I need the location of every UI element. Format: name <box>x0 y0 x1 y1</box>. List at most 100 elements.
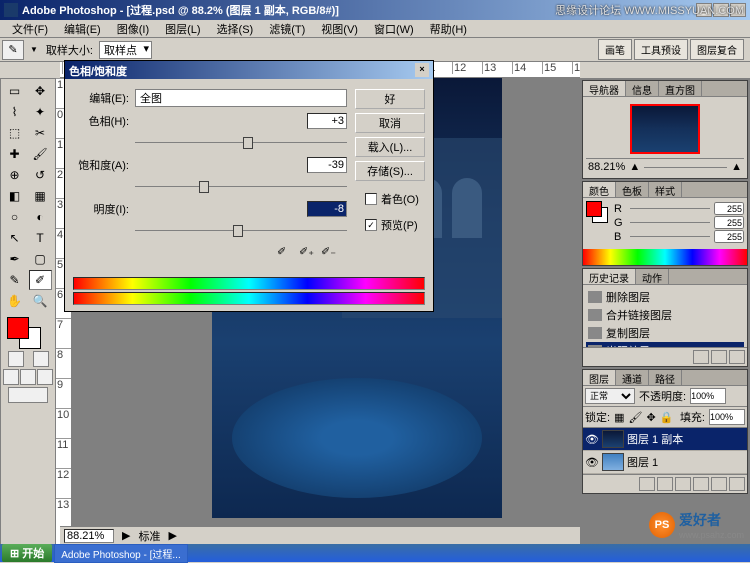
history-new-button[interactable] <box>711 350 727 364</box>
blur-tool[interactable]: ○ <box>3 207 26 227</box>
dodge-tool[interactable]: ◐ <box>29 207 52 227</box>
menu-view[interactable]: 视图(V) <box>313 19 366 39</box>
layer-visibility-icon[interactable]: 👁 <box>585 432 599 446</box>
zoom-tool[interactable]: 🔍 <box>29 291 52 311</box>
dialog-spectrum[interactable] <box>73 277 425 305</box>
heal-tool[interactable]: ✚ <box>3 144 26 164</box>
dock-tab-comps[interactable]: 图层复合 <box>690 39 744 60</box>
history-item[interactable]: 删除图层 <box>586 288 744 306</box>
layer-thumbnail[interactable] <box>602 430 624 448</box>
screen-mode-3[interactable] <box>37 369 53 385</box>
channel-g-slider[interactable] <box>630 218 710 228</box>
history-delete-button[interactable] <box>729 350 745 364</box>
layer-style-button[interactable] <box>639 477 655 491</box>
tab-history[interactable]: 历史记录 <box>583 269 636 284</box>
eraser-tool[interactable]: ◧ <box>3 186 26 206</box>
navigator-thumbnail[interactable] <box>630 104 700 154</box>
standard-mode[interactable] <box>8 351 24 367</box>
color-swatches[interactable] <box>3 315 53 349</box>
pen-tool[interactable]: ✒ <box>3 249 26 269</box>
zoom-in-icon[interactable]: ▲ <box>731 161 742 173</box>
channel-b-input[interactable] <box>714 230 744 243</box>
saturation-input[interactable] <box>307 157 347 173</box>
lock-all-icon[interactable]: 🔒 <box>660 411 674 424</box>
layer-mask-button[interactable] <box>657 477 673 491</box>
foreground-color[interactable] <box>7 317 29 339</box>
eyedropper-icon[interactable]: ✐ <box>277 245 295 261</box>
stamp-tool[interactable]: ⊕ <box>3 165 26 185</box>
load-button[interactable]: 载入(L)... <box>355 137 425 157</box>
layer-item[interactable]: 👁 图层 1 副本 <box>583 428 747 451</box>
crop-tool[interactable]: ⬚ <box>3 123 26 143</box>
opacity-input[interactable] <box>690 388 726 404</box>
path-tool[interactable]: ↖ <box>3 228 26 248</box>
tab-color[interactable]: 颜色 <box>583 182 616 197</box>
channel-r-slider[interactable] <box>630 204 710 214</box>
menu-file[interactable]: 文件(F) <box>4 19 56 39</box>
tool-preset-dropdown[interactable]: ▼ <box>30 45 38 54</box>
save-button[interactable]: 存储(S)... <box>355 161 425 181</box>
screen-mode-2[interactable] <box>20 369 36 385</box>
menu-window[interactable]: 窗口(W) <box>366 19 422 39</box>
eyedropper-sub-icon[interactable]: ✐₋ <box>321 245 339 261</box>
hand-tool[interactable]: ✋ <box>3 291 26 311</box>
imageready-button[interactable] <box>8 387 48 403</box>
lightness-slider[interactable] <box>135 223 347 239</box>
tab-layers[interactable]: 图层 <box>583 370 616 385</box>
slice-tool[interactable]: ✂ <box>29 123 52 143</box>
eyedropper-tool-icon[interactable]: ✎ <box>2 40 24 60</box>
start-button[interactable]: ⊞开始 <box>2 544 52 562</box>
eyedropper-tool[interactable]: ✐ <box>29 270 52 290</box>
brush-tool[interactable]: 🖌 <box>29 144 52 164</box>
shape-tool[interactable]: ▢ <box>29 249 52 269</box>
channel-b-slider[interactable] <box>630 232 710 242</box>
taskbar-app-button[interactable]: Adobe Photoshop - [过程... <box>54 544 188 563</box>
tab-histogram[interactable]: 直方图 <box>659 81 702 96</box>
wand-tool[interactable]: ✦ <box>29 102 52 122</box>
screen-mode-1[interactable] <box>3 369 19 385</box>
tab-channels[interactable]: 通道 <box>616 370 649 385</box>
dock-tab-presets[interactable]: 工具预设 <box>634 39 688 60</box>
gradient-tool[interactable]: ▦ <box>29 186 52 206</box>
panel-color-swatch[interactable] <box>586 201 610 225</box>
dock-tab-brushes[interactable]: 画笔 <box>598 39 632 60</box>
menu-filter[interactable]: 滤镜(T) <box>261 19 313 39</box>
lock-transparency-icon[interactable]: ▦ <box>614 411 624 424</box>
layer-item[interactable]: 👁 图层 1 <box>583 451 747 474</box>
history-item[interactable]: 合并链接图层 <box>586 306 744 324</box>
zoom-out-icon[interactable]: ▲ <box>629 161 640 173</box>
hue-input[interactable] <box>307 113 347 129</box>
tab-swatches[interactable]: 色板 <box>616 182 649 197</box>
menu-layer[interactable]: 图层(L) <box>157 19 208 39</box>
history-snapshot-button[interactable] <box>693 350 709 364</box>
menu-help[interactable]: 帮助(H) <box>422 19 475 39</box>
ok-button[interactable]: 好 <box>355 89 425 109</box>
edit-select[interactable]: 全图 <box>135 89 347 107</box>
type-tool[interactable]: T <box>29 228 52 248</box>
eyedropper-add-icon[interactable]: ✐₊ <box>299 245 317 261</box>
lightness-input[interactable] <box>307 201 347 217</box>
menu-edit[interactable]: 编辑(E) <box>56 19 109 39</box>
color-spectrum[interactable] <box>583 249 747 265</box>
tab-info[interactable]: 信息 <box>626 81 659 96</box>
lock-paint-icon[interactable]: 🖌 <box>628 411 642 424</box>
marquee-tool[interactable]: ▭ <box>3 81 26 101</box>
blend-mode-select[interactable]: 正常 <box>585 388 635 404</box>
layer-delete-button[interactable] <box>729 477 745 491</box>
hue-slider[interactable] <box>135 135 347 151</box>
menu-select[interactable]: 选择(S) <box>209 19 262 39</box>
tab-styles[interactable]: 样式 <box>649 182 682 197</box>
layer-visibility-icon[interactable]: 👁 <box>585 455 599 469</box>
cancel-button[interactable]: 取消 <box>355 113 425 133</box>
layer-set-button[interactable] <box>675 477 691 491</box>
tab-actions[interactable]: 动作 <box>636 269 669 284</box>
lasso-tool[interactable]: ⌇ <box>3 102 26 122</box>
menu-image[interactable]: 图像(I) <box>109 19 157 39</box>
quickmask-mode[interactable] <box>33 351 49 367</box>
fill-input[interactable] <box>709 409 745 425</box>
tab-paths[interactable]: 路径 <box>649 370 682 385</box>
colorize-checkbox[interactable] <box>365 193 377 205</box>
layer-adjust-button[interactable] <box>693 477 709 491</box>
history-item[interactable]: 复制图层 <box>586 324 744 342</box>
channel-g-input[interactable] <box>714 216 744 229</box>
